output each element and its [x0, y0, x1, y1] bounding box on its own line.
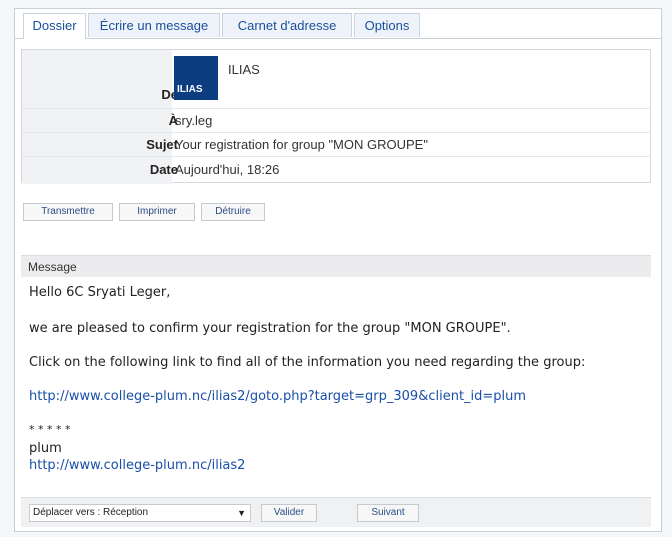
message-greeting: Hello 6C Sryati Leger,: [29, 285, 171, 300]
date-value: Aujourd'hui, 18:26: [175, 162, 280, 177]
print-button[interactable]: Imprimer: [119, 203, 195, 221]
subject-row: Sujet Your registration for group "MON G…: [22, 132, 650, 157]
validate-button[interactable]: Valider: [261, 504, 317, 522]
chevron-down-icon: ▼: [237, 508, 246, 518]
signature-name: plum: [29, 441, 62, 456]
to-value: sry.leg: [175, 113, 213, 128]
next-button[interactable]: Suivant: [357, 504, 419, 522]
delete-button[interactable]: Détruire: [201, 203, 265, 221]
tab-ecrire-message[interactable]: Écrire un message: [88, 13, 220, 37]
message-header: De ILIAS ILIAS À sry.leg Sujet Your regi…: [21, 49, 651, 184]
signature-separator: * * * * *: [29, 423, 71, 436]
signature-link[interactable]: http://www.college-plum.nc/ilias2: [29, 458, 245, 473]
group-link[interactable]: http://www.college-plum.nc/ilias2/goto.p…: [29, 389, 526, 404]
tab-carnet-adresse[interactable]: Carnet d'adresse: [222, 13, 352, 37]
message-line-1: we are pleased to confirm your registrat…: [29, 321, 511, 336]
date-label: Date: [149, 162, 178, 177]
subject-label: Sujet: [146, 137, 178, 152]
message-line-2: Click on the following link to find all …: [29, 355, 586, 370]
message-footer: Déplacer vers : Réception ▼ Valider Suiv…: [21, 497, 651, 527]
date-row: Date Aujourd'hui, 18:26: [22, 156, 650, 184]
sender-logo: ILIAS: [174, 56, 218, 100]
tab-bar: Dossier Écrire un message Carnet d'adres…: [15, 9, 661, 39]
message-heading: Message: [21, 255, 651, 277]
subject-value: Your registration for group "MON GROUPE": [175, 137, 428, 152]
from-name: ILIAS: [228, 62, 260, 77]
to-row: À sry.leg: [22, 108, 650, 133]
mail-window: Dossier Écrire un message Carnet d'adres…: [14, 8, 662, 532]
move-to-select-value: Déplacer vers : Réception: [33, 507, 149, 518]
logo-text: ILIAS: [177, 84, 203, 95]
tab-dossier[interactable]: Dossier: [23, 13, 86, 39]
move-to-select[interactable]: Déplacer vers : Réception ▼: [29, 504, 251, 522]
forward-button[interactable]: Transmettre: [23, 203, 113, 221]
tab-options[interactable]: Options: [354, 13, 420, 37]
